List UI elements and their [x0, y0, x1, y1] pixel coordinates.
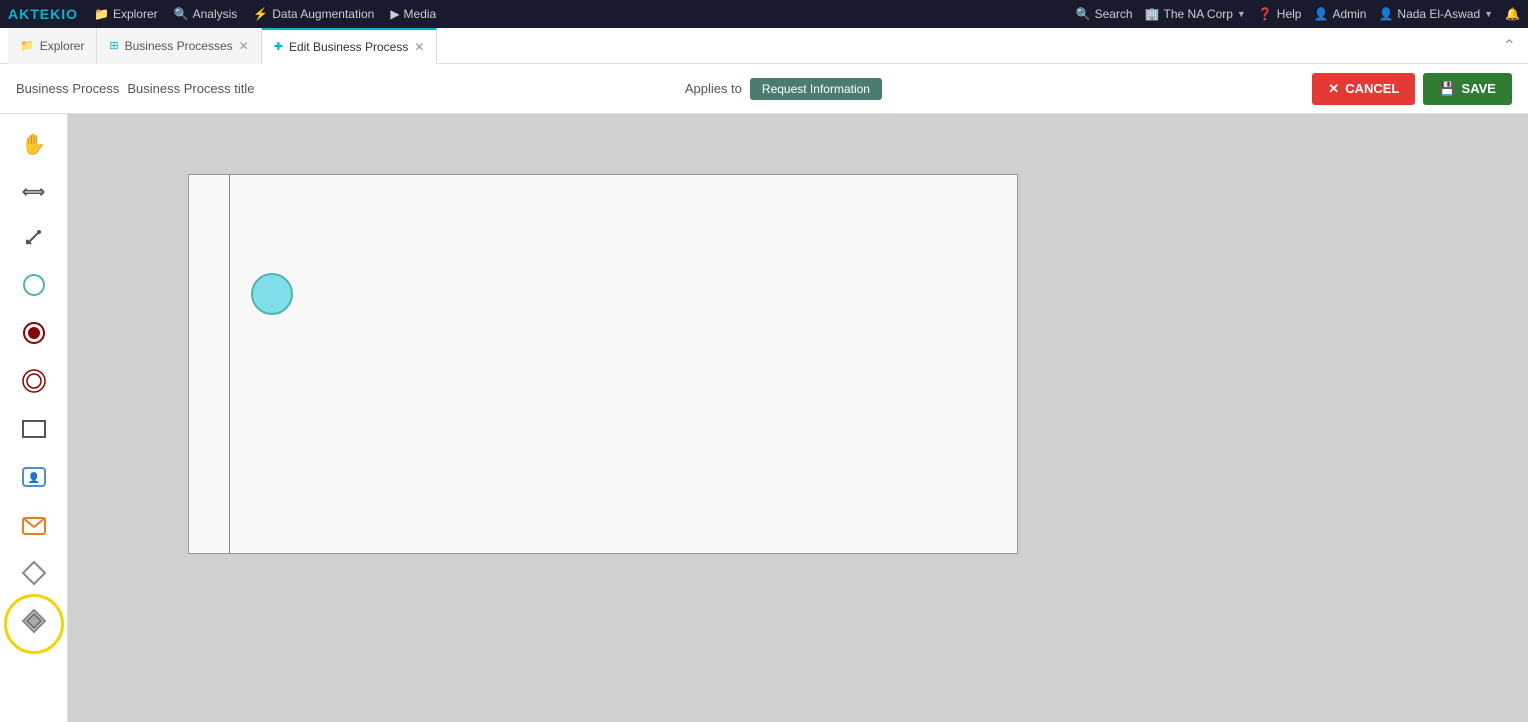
bell-icon: 🔔	[1505, 7, 1520, 21]
tab-edit-bp[interactable]: ✚ Edit Business Process ✕	[262, 28, 438, 64]
svg-text:👤: 👤	[27, 471, 39, 484]
swim-lane-divider	[229, 175, 230, 553]
diamond-filled-tool-button[interactable]	[12, 602, 56, 646]
canvas-circle-node[interactable]	[251, 273, 293, 315]
nav-data-augmentation[interactable]: ⚡ Data Augmentation	[253, 7, 374, 21]
tab-collapse-btn[interactable]: ⌃	[1491, 28, 1528, 64]
user-icon: 👤	[1378, 7, 1393, 21]
building-icon: 🏢	[1145, 7, 1160, 21]
nav-help[interactable]: ❓ Help	[1258, 7, 1302, 21]
envelope-icon	[21, 514, 47, 542]
cancel-button[interactable]: ✕ CANCEL	[1312, 73, 1415, 105]
circle-filled-icon	[21, 320, 47, 352]
help-icon: ❓	[1258, 7, 1273, 21]
analysis-icon: 🔍	[174, 7, 189, 21]
envelope-tool-button[interactable]	[12, 506, 56, 550]
task-icon: 👤	[21, 466, 47, 494]
tab-bp-close[interactable]: ✕	[239, 40, 249, 52]
nav-explorer[interactable]: 📁 Explorer	[94, 7, 158, 21]
canvas-area[interactable]	[68, 114, 1528, 722]
tab-explorer-icon: 📁	[20, 39, 34, 52]
tab-edit-bp-icon: ✚	[274, 40, 283, 53]
tab-business-processes[interactable]: ⊞ Business Processes ✕	[97, 28, 261, 64]
hand-icon: ✋	[21, 132, 46, 157]
data-aug-icon: ⚡	[253, 7, 268, 21]
app-logo: AKTEKIO	[8, 6, 78, 22]
tab-edit-bp-close[interactable]: ✕	[414, 41, 424, 53]
user-chevron-icon: ▼	[1484, 9, 1493, 19]
tab-explorer[interactable]: 📁 Explorer	[8, 28, 97, 64]
tabs-bar: 📁 Explorer ⊞ Business Processes ✕ ✚ Edit…	[0, 28, 1528, 64]
cancel-icon: ✕	[1328, 81, 1339, 97]
org-chevron-icon: ▼	[1237, 9, 1246, 19]
save-icon: 💾	[1439, 81, 1455, 97]
nav-analysis[interactable]: 🔍 Analysis	[174, 7, 238, 21]
move-tool-button[interactable]: ⟺	[12, 170, 56, 214]
task-tool-button[interactable]: 👤	[12, 458, 56, 502]
nav-search[interactable]: 🔍 Search	[1076, 7, 1133, 21]
canvas-container[interactable]	[188, 174, 1018, 554]
rectangle-icon	[21, 418, 47, 446]
diamond-icon	[21, 560, 47, 592]
circle-filled-tool-button[interactable]	[12, 314, 56, 358]
hand-tool-button[interactable]: ✋	[12, 122, 56, 166]
applies-to-section: Applies to Request Information	[685, 78, 882, 100]
save-button[interactable]: 💾 SAVE	[1423, 73, 1512, 105]
search-icon: 🔍	[1076, 7, 1091, 21]
page-toolbar: Business Process Business Process title …	[0, 64, 1528, 114]
admin-icon: 👤	[1313, 7, 1328, 21]
nav-org[interactable]: 🏢 The NA Corp ▼	[1145, 7, 1246, 21]
main-area: ✋ ⟺	[0, 114, 1528, 722]
media-icon: ▶	[390, 7, 399, 21]
top-navigation: AKTEKIO 📁 Explorer 🔍 Analysis ⚡ Data Aug…	[0, 0, 1528, 28]
breadcrumb: Business Process Business Process title	[16, 81, 255, 96]
tab-bp-icon: ⊞	[109, 39, 118, 52]
nav-right-group: 🔍 Search 🏢 The NA Corp ▼ ❓ Help 👤 Admin …	[1076, 7, 1520, 21]
nav-user[interactable]: 👤 Nada El-Aswad ▼	[1378, 7, 1493, 21]
left-toolbar: ✋ ⟺	[0, 114, 68, 722]
pen-tool-button[interactable]	[12, 218, 56, 262]
nav-admin[interactable]: 👤 Admin	[1313, 7, 1366, 21]
applies-to-button[interactable]: Request Information	[750, 78, 882, 100]
circle-outline-icon	[21, 272, 47, 304]
circle-double-tool-button[interactable]	[12, 362, 56, 406]
toolbar-actions: ✕ CANCEL 💾 SAVE	[1312, 73, 1512, 105]
circle-outline-tool-button[interactable]	[12, 266, 56, 310]
diamond-tool-button[interactable]	[12, 554, 56, 598]
diamond-filled-icon	[21, 608, 47, 640]
pen-icon	[23, 226, 45, 254]
circle-double-icon	[21, 368, 47, 400]
rectangle-tool-button[interactable]	[12, 410, 56, 454]
nav-bell[interactable]: 🔔	[1505, 7, 1520, 21]
folder-icon: 📁	[94, 7, 109, 21]
nav-media[interactable]: ▶ Media	[390, 7, 436, 21]
move-icon: ⟺	[22, 182, 45, 202]
